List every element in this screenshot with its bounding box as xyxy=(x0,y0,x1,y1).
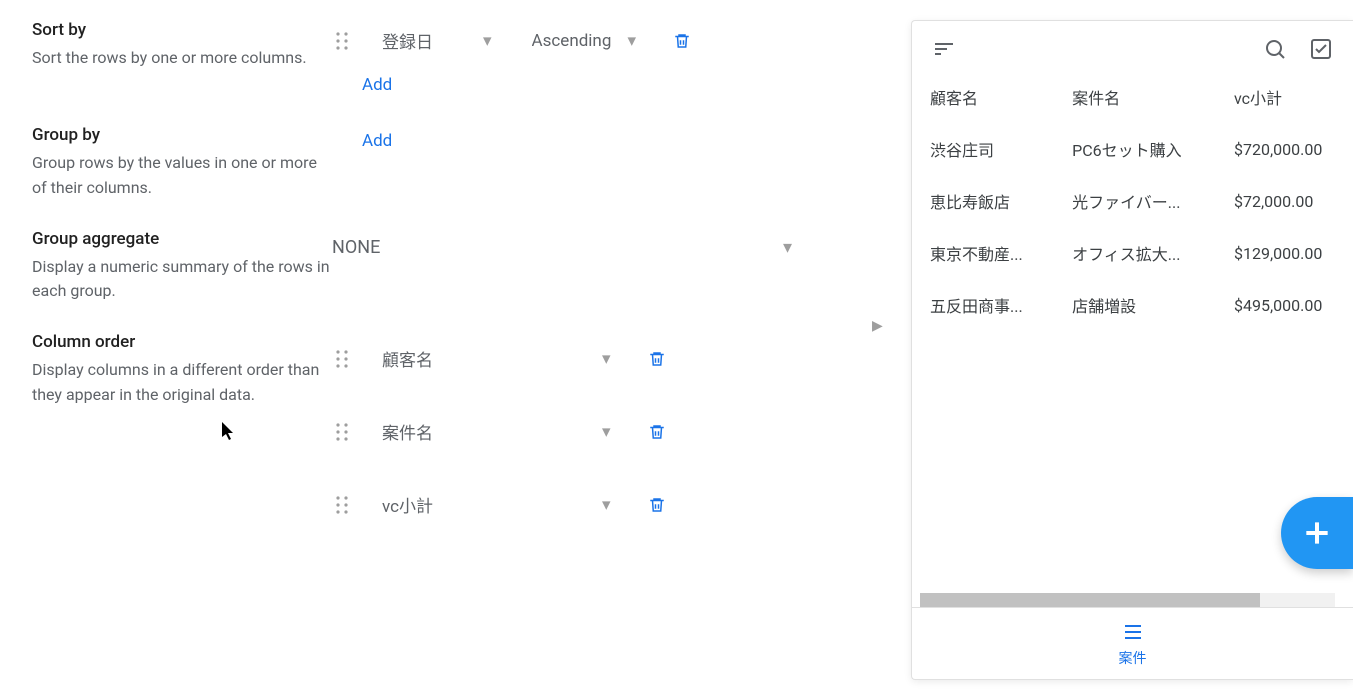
add-group-button[interactable]: Add xyxy=(332,131,862,151)
chevron-down-icon: ▾ xyxy=(602,422,611,442)
chevron-down-icon: ▾ xyxy=(628,31,637,51)
nav-item-label: 案件 xyxy=(1119,648,1147,668)
sort-field-dropdown[interactable]: 登録日 ▾ xyxy=(382,24,492,57)
search-icon[interactable] xyxy=(1261,35,1289,63)
drag-handle-icon[interactable] xyxy=(332,422,352,442)
column-value: 案件名 xyxy=(382,419,602,444)
aggregate-dropdown[interactable]: NONE ▾ xyxy=(332,233,792,262)
column-order-row: vc小計 ▾ xyxy=(332,488,862,521)
section-group-aggregate: Group aggregate Display a numeric summar… xyxy=(32,229,862,305)
table-row[interactable]: 五反田商事... 店舗増設 $495,000.00 xyxy=(912,279,1353,331)
column-value: 顧客名 xyxy=(382,346,602,371)
cell: PC6セット購入 xyxy=(1054,123,1216,175)
group-by-title: Group by xyxy=(32,125,332,145)
cell: $129,000.00 xyxy=(1216,227,1353,279)
delete-column-button[interactable] xyxy=(645,420,669,444)
cell: $495,000.00 xyxy=(1216,279,1353,331)
sort-by-title: Sort by xyxy=(32,20,332,40)
column-dropdown[interactable]: 顧客名 ▾ xyxy=(382,342,611,375)
sort-direction-value: Ascending xyxy=(532,31,622,51)
table-row[interactable]: 恵比寿飯店 光ファイバー... $72,000.00 xyxy=(912,175,1353,227)
add-sort-button[interactable]: Add xyxy=(332,75,862,95)
cell: 恵比寿飯店 xyxy=(912,175,1054,227)
aggregate-value: NONE xyxy=(332,237,380,258)
nav-item-cases[interactable]: 案件 xyxy=(1119,620,1147,668)
section-label: Column order Display columns in a differ… xyxy=(32,332,332,561)
column-dropdown[interactable]: vc小計 ▾ xyxy=(382,488,611,521)
column-order-desc: Display columns in a different order tha… xyxy=(32,358,332,408)
column-order-row: 案件名 ▾ xyxy=(332,415,862,448)
column-dropdown[interactable]: 案件名 ▾ xyxy=(382,415,611,448)
column-value: vc小計 xyxy=(382,492,602,517)
section-sort-by: Sort by Sort the rows by one or more col… xyxy=(32,20,862,95)
sort-direction-dropdown[interactable]: Ascending ▾ xyxy=(532,27,637,55)
column-order-title: Column order xyxy=(32,332,332,352)
cell: 店舗増設 xyxy=(1054,279,1216,331)
drag-handle-icon[interactable] xyxy=(332,495,352,515)
drag-handle-icon[interactable] xyxy=(332,349,352,369)
table-header[interactable]: 案件名 xyxy=(1054,77,1216,123)
table-row[interactable]: 渋谷庄司 PC6セット購入 $720,000.00 xyxy=(912,123,1353,175)
sort-icon[interactable] xyxy=(930,35,958,63)
cell: 東京不動産... xyxy=(912,227,1054,279)
aggregate-title: Group aggregate xyxy=(32,229,332,249)
aggregate-desc: Display a numeric summary of the rows in… xyxy=(32,255,332,305)
horizontal-scrollbar[interactable] xyxy=(920,593,1335,607)
chevron-down-icon: ▾ xyxy=(783,237,792,258)
table-header[interactable]: 顧客名 xyxy=(912,77,1054,123)
table-header[interactable]: vc小計 xyxy=(1216,77,1353,123)
delete-sort-button[interactable] xyxy=(670,29,694,53)
chevron-down-icon: ▾ xyxy=(483,31,492,51)
select-all-icon[interactable] xyxy=(1307,35,1335,63)
sort-field-value: 登録日 xyxy=(382,28,477,53)
sort-by-desc: Sort the rows by one or more columns. xyxy=(32,46,332,71)
section-label: Sort by Sort the rows by one or more col… xyxy=(32,20,332,95)
cell: $72,000.00 xyxy=(1216,175,1353,227)
section-label: Group by Group rows by the values in one… xyxy=(32,125,332,201)
chevron-down-icon: ▾ xyxy=(602,495,611,515)
cell: $720,000.00 xyxy=(1216,123,1353,175)
preview-toolbar xyxy=(912,21,1353,77)
cell: 光ファイバー... xyxy=(1054,175,1216,227)
chevron-down-icon: ▾ xyxy=(602,349,611,369)
drag-handle-icon[interactable] xyxy=(332,31,352,51)
fab-add-button[interactable] xyxy=(1281,497,1353,569)
section-label: Group aggregate Display a numeric summar… xyxy=(32,229,332,305)
section-column-order: Column order Display columns in a differ… xyxy=(32,332,862,561)
cell: 渋谷庄司 xyxy=(912,123,1054,175)
bottom-nav: 案件 xyxy=(912,607,1353,679)
delete-column-button[interactable] xyxy=(645,493,669,517)
cell: オフィス拡大... xyxy=(1054,227,1216,279)
expand-preview-icon[interactable]: ▶ xyxy=(872,318,883,334)
delete-column-button[interactable] xyxy=(645,347,669,371)
section-group-by: Group by Group rows by the values in one… xyxy=(32,125,862,201)
column-order-row: 顧客名 ▾ xyxy=(332,342,862,375)
group-by-desc: Group rows by the values in one or more … xyxy=(32,151,332,201)
table-row[interactable]: 東京不動産... オフィス拡大... $129,000.00 xyxy=(912,227,1353,279)
preview-panel: 顧客名 案件名 vc小計 渋谷庄司 PC6セット購入 $720,000.00 恵… xyxy=(911,20,1353,680)
cell: 五反田商事... xyxy=(912,279,1054,331)
